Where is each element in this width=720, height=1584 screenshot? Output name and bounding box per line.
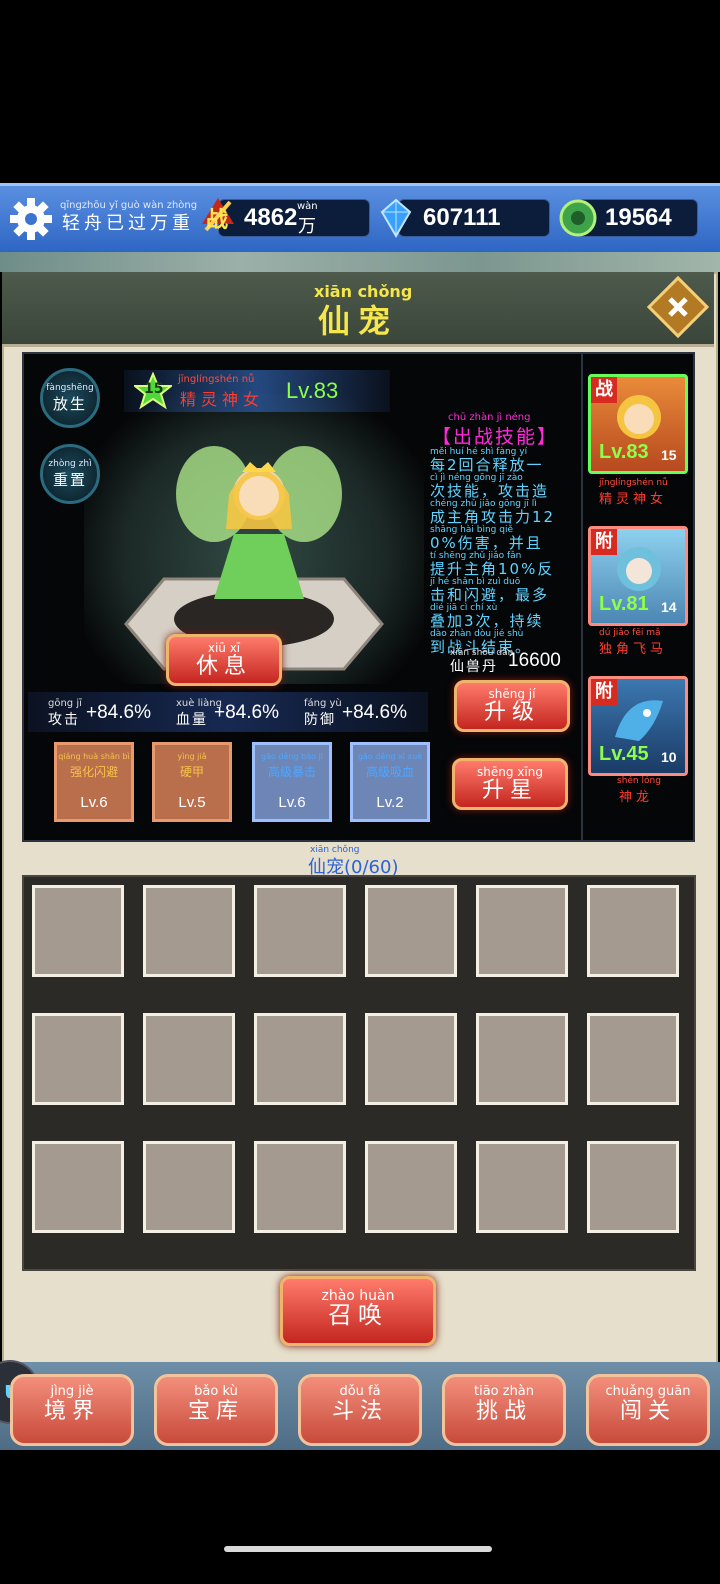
pet-star: 14 bbox=[661, 599, 677, 615]
inventory-slot[interactable] bbox=[254, 885, 346, 977]
inventory-slot[interactable] bbox=[143, 885, 235, 977]
stat-defense-value: +84.6% bbox=[342, 702, 407, 723]
stat-hp-value: +84.6% bbox=[214, 702, 279, 723]
inventory-slot[interactable] bbox=[476, 1141, 568, 1233]
inventory-slot[interactable] bbox=[32, 1013, 124, 1105]
power-unit: 万 bbox=[298, 216, 316, 237]
pill-value: 16600 bbox=[508, 650, 561, 671]
inventory-slot[interactable] bbox=[365, 885, 457, 977]
skill-title: 【出战技能】 bbox=[432, 426, 559, 448]
skill-slot-lifesteal[interactable]: gāo děng xī xuè 高级吸血 Lv.2 bbox=[350, 742, 430, 822]
fairy-portrait-icon bbox=[617, 395, 661, 439]
inventory-slot[interactable] bbox=[254, 1141, 346, 1233]
pet-role-tag: 附 bbox=[591, 679, 617, 705]
stat-defense: fáng yù 防御 bbox=[304, 698, 342, 728]
pet-card-dragon[interactable]: 附 Lv.45 10 bbox=[588, 676, 688, 776]
inventory-slot[interactable] bbox=[587, 885, 679, 977]
stat-attack-value: +84.6% bbox=[86, 702, 151, 723]
pet-name-pinyin: jīnglíngshén nǚ bbox=[599, 478, 668, 488]
home-indicator[interactable] bbox=[224, 1546, 492, 1552]
inventory-slot[interactable] bbox=[587, 1013, 679, 1105]
pet-level: Lv.81 bbox=[599, 593, 649, 615]
blue-crystal-icon bbox=[380, 198, 412, 238]
hero-name: 精灵神女 bbox=[180, 390, 265, 409]
pet-role-tag: 战 bbox=[591, 377, 617, 403]
nav-realm[interactable]: jìng jiè 境界 bbox=[10, 1374, 134, 1446]
pet-card-pegasus[interactable]: 附 Lv.81 14 bbox=[588, 526, 688, 626]
gem-value: 607111 bbox=[423, 204, 501, 231]
inventory-slot[interactable] bbox=[254, 1013, 346, 1105]
pet-list: 战 Lv.83 15 jīnglíngshén nǚ 精灵神女 附 Lv.81 … bbox=[581, 352, 695, 842]
summon-button[interactable]: zhào huàn 召唤 bbox=[280, 1276, 436, 1346]
pet-card-fairy[interactable]: 战 Lv.83 15 bbox=[588, 374, 688, 474]
release-button[interactable]: fàngshēng 放生 bbox=[40, 368, 100, 428]
nav-treasury[interactable]: bǎo kù 宝库 bbox=[154, 1374, 278, 1446]
pet-name-pinyin: dú jiǎo fēi mǎ bbox=[599, 628, 661, 638]
reset-button[interactable]: zhòng zhì 重置 bbox=[40, 444, 100, 504]
jade-value: 19564 bbox=[605, 204, 672, 231]
rest-button[interactable]: xiū xī 休息 bbox=[166, 634, 282, 686]
inventory-slot[interactable] bbox=[32, 1141, 124, 1233]
panel-title: 仙宠 bbox=[318, 302, 399, 340]
scenic-background-strip bbox=[0, 252, 720, 272]
hero-star-count: 15 bbox=[144, 381, 164, 397]
hero-name-pinyin: jīnglíngshén nǚ bbox=[178, 374, 255, 385]
nav-duel[interactable]: dǒu fǎ 斗法 bbox=[298, 1374, 422, 1446]
inventory-slot[interactable] bbox=[143, 1141, 235, 1233]
inventory-slot[interactable] bbox=[365, 1013, 457, 1105]
jade-coin-icon bbox=[559, 199, 597, 237]
battle-power-icon: 战 bbox=[196, 194, 240, 238]
pet-level: Lv.83 bbox=[599, 441, 649, 463]
power-value: 4862 bbox=[244, 204, 298, 231]
hero-detail-area: fàngshēng 放生 zhòng zhì 重置 15 jīnglíngshé… bbox=[22, 352, 584, 842]
close-icon bbox=[668, 297, 688, 317]
inventory-slot[interactable] bbox=[143, 1013, 235, 1105]
pet-name: 精灵神女 bbox=[599, 492, 668, 507]
skill-slot-armor[interactable]: yìng jiǎ 硬甲 Lv.5 bbox=[152, 742, 232, 822]
player-name: 轻舟已过万重 bbox=[62, 213, 194, 234]
pet-star: 15 bbox=[661, 447, 677, 463]
upgrade-button[interactable]: shēng jí 升级 bbox=[454, 680, 570, 732]
pet-level: Lv.45 bbox=[599, 743, 649, 765]
resource-bar: qīngzhōu yǐ guò wàn zhòng 轻舟已过万重 战 4862 … bbox=[0, 183, 720, 255]
inventory-slot[interactable] bbox=[587, 1141, 679, 1233]
inventory-slot[interactable] bbox=[476, 1013, 568, 1105]
nav-stages[interactable]: chuǎng guān 闯关 bbox=[586, 1374, 710, 1446]
pet-role-tag: 附 bbox=[591, 529, 617, 555]
nav-challenge[interactable]: tiāo zhàn 挑战 bbox=[442, 1374, 566, 1446]
pet-name: 独角飞马 bbox=[599, 642, 668, 657]
pill-label: 仙兽丹 bbox=[450, 659, 498, 675]
inventory-slot[interactable] bbox=[365, 1141, 457, 1233]
player-name-pinyin: qīngzhōu yǐ guò wàn zhòng bbox=[60, 200, 198, 211]
pet-star: 10 bbox=[661, 749, 677, 765]
hero-level: Lv.83 bbox=[286, 378, 339, 403]
pet-name: 神龙 bbox=[619, 790, 654, 805]
pet-inventory-grid bbox=[22, 875, 696, 1271]
pet-name-pinyin: shén lóng bbox=[617, 776, 661, 786]
stat-attack: gōng jī 攻击 bbox=[48, 698, 82, 728]
power-unit-pinyin: wàn bbox=[297, 201, 318, 212]
pegasus-portrait-icon bbox=[617, 547, 661, 591]
fairy-character-icon bbox=[176, 446, 342, 599]
skill-slot-crit[interactable]: gāo děng bào jī 高级暴击 Lv.6 bbox=[252, 742, 332, 822]
inventory-slot[interactable] bbox=[32, 885, 124, 977]
skill-slot-dodge[interactable]: qiáng huà shǎn bì 强化闪避 Lv.6 bbox=[54, 742, 134, 822]
inventory-slot[interactable] bbox=[476, 885, 568, 977]
skill-description: měi huí hé shì fàng yí 每2回合释放一 cì jì nén… bbox=[430, 447, 556, 656]
settings-gear-icon[interactable] bbox=[8, 196, 54, 242]
star-up-button[interactable]: shēng xīng 升星 bbox=[452, 758, 568, 810]
